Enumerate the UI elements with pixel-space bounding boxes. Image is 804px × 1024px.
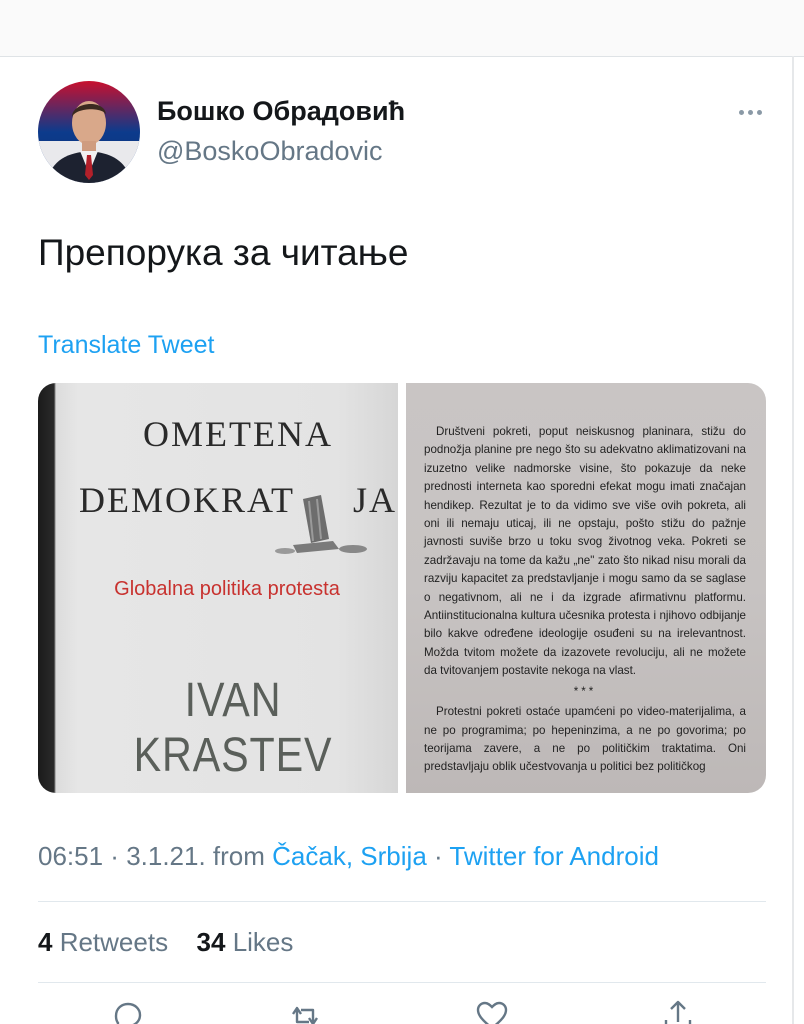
book-page-text: Društveni pokreti, poput neiskusnog plan… — [424, 423, 746, 777]
page-paragraph-2: Protestni pokreti ostaće upamćeni po vid… — [424, 705, 746, 774]
divider — [38, 982, 766, 983]
top-bar — [0, 0, 804, 57]
tweet-text: Препорука за читање — [38, 232, 409, 273]
page-separator: *** — [573, 684, 597, 698]
more-dot — [738, 109, 744, 115]
meta-separator: · — [103, 841, 127, 871]
likes-count: 34 — [196, 927, 226, 957]
divider — [38, 901, 766, 902]
likes-label: Likes — [225, 927, 294, 957]
retweets-label: Retweets — [52, 927, 169, 957]
user-handle[interactable]: @BoskoObradovic — [157, 136, 383, 167]
retweets-count: 4 — [38, 927, 53, 957]
tweet-media[interactable]: OMETENA DEMOKRAT JA Globalna politika pro… — [38, 383, 766, 793]
likes-stat[interactable]: 34 Likes — [197, 927, 294, 957]
avatar-photo — [38, 81, 140, 183]
tweet-time: 06:51 — [38, 841, 104, 871]
book-page-image[interactable]: Društveni pokreti, poput neiskusnog plan… — [406, 383, 766, 793]
source-link[interactable]: Twitter for Android — [449, 841, 659, 871]
cover-author: IVAN KRASTEV — [133, 674, 333, 782]
display-name[interactable]: Бошко Обрадовић — [157, 96, 405, 127]
tweet-stats: 4 Retweets 34 Likes — [38, 927, 293, 958]
translate-tweet-link[interactable]: Translate Tweet — [38, 331, 214, 360]
more-dot — [756, 109, 762, 115]
reply-icon[interactable] — [108, 996, 148, 1024]
retweets-stat[interactable]: 4 Retweets — [38, 927, 168, 957]
location-link[interactable]: Čačak, Srbija — [272, 841, 427, 871]
more-dot — [747, 109, 753, 115]
cover-subtitle: Globalna politika protesta — [114, 578, 340, 600]
action-bar — [38, 996, 766, 1024]
from-label: from — [205, 841, 273, 871]
retweet-icon[interactable] — [285, 996, 325, 1024]
meta-separator: · — [426, 841, 450, 871]
like-icon[interactable] — [472, 996, 512, 1024]
share-icon[interactable] — [658, 996, 698, 1024]
avatar[interactable] — [38, 81, 140, 183]
more-icon[interactable] — [730, 100, 770, 124]
cover-title-line1: OMETENA — [143, 414, 333, 454]
book-cover-image[interactable]: OMETENA DEMOKRAT JA Globalna politika pro… — [38, 383, 398, 793]
tweet-meta: 06:51 · 3.1.21. from Čačak, Srbija · Twi… — [38, 841, 659, 872]
page-paragraph-1: Društveni pokreti, poput neiskusnog plan… — [424, 425, 746, 678]
tweet-date: 3.1.21. — [126, 841, 206, 871]
broken-column-illustration — [275, 495, 367, 554]
